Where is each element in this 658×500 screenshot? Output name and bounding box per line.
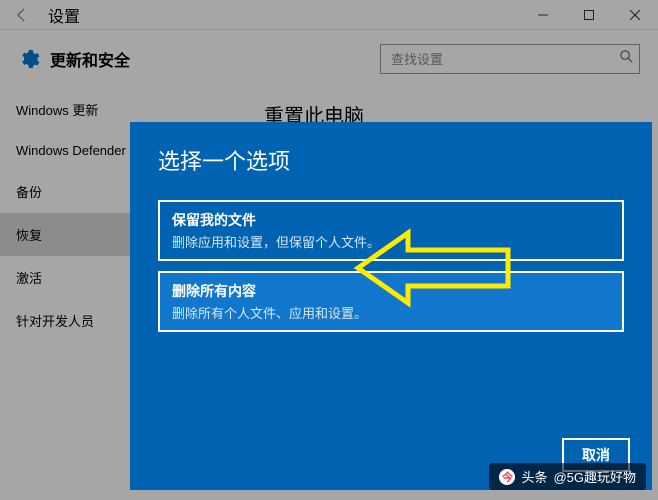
watermark-prefix: 头条 [521,467,547,486]
reset-dialog: 选择一个选项 保留我的文件 删除应用和设置，但保留个人文件。 删除所有内容 删除… [130,122,652,490]
option-title: 删除所有内容 [172,281,610,301]
option-remove-everything[interactable]: 删除所有内容 删除所有个人文件、应用和设置。 [158,271,624,332]
option-desc: 删除应用和设置，但保留个人文件。 [172,232,610,251]
modal-overlay: 选择一个选项 保留我的文件 删除应用和设置，但保留个人文件。 删除所有内容 删除… [0,0,658,500]
watermark-text: @5G趣玩好物 [553,467,636,486]
watermark-logo-icon: 今 [499,469,515,485]
option-title: 保留我的文件 [172,210,610,230]
dialog-title: 选择一个选项 [158,144,624,176]
watermark: 今 头条 @5G趣玩好物 [489,463,646,490]
option-desc: 删除所有个人文件、应用和设置。 [172,303,610,322]
option-keep-files[interactable]: 保留我的文件 删除应用和设置，但保留个人文件。 [158,200,624,261]
